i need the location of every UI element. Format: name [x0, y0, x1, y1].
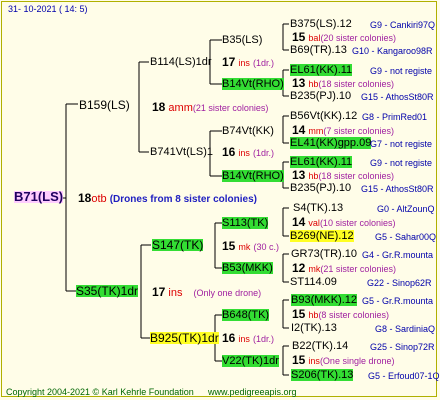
- lower-node[interactable]: S35(TK)1dr: [76, 285, 139, 297]
- leaf-name[interactable]: B269(NE).12: [290, 230, 354, 242]
- leaf-name[interactable]: B93(MKK).12: [291, 294, 358, 306]
- leaf-info: G5 - Gr.R.mounta: [362, 296, 434, 306]
- leaf-info: G22 - Sinop62R: [367, 278, 432, 288]
- lower-b-b1-node[interactable]: B648(TK): [222, 309, 270, 321]
- upper-note: (21 sister colonies): [192, 103, 269, 113]
- leaf-mid: 13 hb(18 sister colonies): [292, 168, 394, 182]
- lower-a-info: 15 mk (30 c.): [222, 239, 279, 253]
- leaf-name[interactable]: EL41(KK)gpp.09: [290, 137, 372, 149]
- leaf-info: G5 - Sahar00Q: [375, 232, 437, 242]
- leaf-mid: 15 ins(One single drone): [292, 353, 395, 367]
- leaf-info: G15 - AthosSt80R: [361, 92, 434, 102]
- leaf-mid: 14 mm(7 sister colonies): [292, 123, 394, 137]
- leaf-info: G8 - PrimRed01: [362, 112, 428, 122]
- leaf-info: G10 - Kangaroo98R: [352, 46, 433, 56]
- leaf-name[interactable]: EL61(KK).11: [290, 156, 353, 168]
- leaf-name[interactable]: B375(LS).12: [290, 18, 352, 30]
- leaf-name[interactable]: S4(TK).13: [293, 202, 343, 214]
- leaf-info: G25 - Sinop72R: [370, 342, 435, 352]
- upper-code: amm: [168, 102, 193, 114]
- leaf-name[interactable]: EL61(KK).11: [290, 64, 353, 76]
- root-num: 18: [78, 191, 92, 205]
- upper-node[interactable]: B159(LS): [79, 99, 130, 111]
- upper-a-node[interactable]: B114(LS)1dr: [150, 56, 212, 68]
- upper-b-node[interactable]: B741Vt(LS)1: [150, 146, 213, 158]
- leaf-mid: 13 hb(18 sister colonies): [292, 76, 394, 90]
- lower-a-b2-node[interactable]: B53(MKK): [222, 262, 273, 274]
- lower-b-b2-node[interactable]: V22(TK)1dr: [222, 355, 279, 367]
- leaf-name[interactable]: B235(PJ).10: [290, 90, 351, 102]
- leaf-mid: 15 bal(20 sister colonies): [292, 30, 396, 44]
- lower-b-node[interactable]: B925(TK)1dr: [150, 332, 219, 344]
- root-note: (Drones from 8 sister colonies): [109, 194, 257, 205]
- leaf-info: G9 - Cankiri97Q: [370, 20, 436, 30]
- upper-a-b2-node[interactable]: B14Vt(RHO): [222, 78, 284, 90]
- leaf-info: G4 - Gr.R.mounta: [362, 250, 434, 260]
- upper-b-b1-node[interactable]: B74Vt(KK): [222, 125, 274, 137]
- leaf-name[interactable]: ST114.09: [290, 276, 337, 288]
- leaf-name[interactable]: I2(TK).13: [291, 322, 337, 334]
- upper-b-info: 16 ins (1dr.): [222, 145, 275, 159]
- upper-a-info: 17 ins (1dr.): [222, 55, 275, 69]
- leaf-mid: 12 mk(21 sister colonies): [292, 261, 396, 275]
- website-link[interactable]: www.pedigreeapis.org: [208, 386, 297, 398]
- leaf-mid: 15 hb(8 sister colonies): [292, 307, 389, 321]
- leaf-mid: 14 val(10 sister colonies): [292, 215, 396, 229]
- leaf-info: G9 - not registe: [370, 66, 433, 76]
- leaf-name[interactable]: B69(TR).13: [290, 44, 347, 56]
- leaf-name[interactable]: B235(PJ).10: [290, 182, 351, 194]
- lower-info: 17 ins (Only one drone): [152, 285, 262, 299]
- root-info: 18otb (Drones from 8 sister colonies): [78, 192, 257, 206]
- lower-a-node[interactable]: S147(TK): [152, 239, 204, 251]
- leaf-info: G8 - SardiniaQ: [375, 324, 436, 334]
- leaf-name[interactable]: GR73(TR).10: [291, 248, 357, 260]
- upper-a-b1-node[interactable]: B35(LS): [222, 34, 262, 46]
- leaf-name[interactable]: B22(TK).14: [292, 340, 348, 352]
- leaf-info: G15 - AthosSt80R: [361, 184, 434, 194]
- date-header: 31- 10-2021 ( 14: 5): [8, 4, 88, 14]
- root-code: otb: [91, 193, 107, 205]
- copyright: Copyright 2004-2021 © Karl Kehrle Founda…: [6, 387, 194, 397]
- leaf-name[interactable]: B56Vt(KK).12: [290, 110, 357, 122]
- root-queen[interactable]: B71(LS): [14, 190, 64, 203]
- upper-info: 18 amm(21 sister colonies): [152, 101, 268, 114]
- leaf-info: G0 - AltZounQ: [377, 204, 435, 214]
- upper-num: 18: [152, 100, 166, 114]
- upper-b-b2-node[interactable]: B14Vt(RHO): [222, 170, 284, 182]
- leaf-name[interactable]: S206(TK).13: [291, 369, 354, 381]
- leaf-info: G5 - Erfoud07-1Q: [368, 371, 440, 381]
- lower-a-b1-node[interactable]: S113(TK): [222, 217, 269, 229]
- leaf-info: G9 - not registe: [370, 158, 433, 168]
- leaf-info: G7 - not registe: [370, 139, 433, 149]
- lower-b-info: 16 ins (1dr.): [222, 331, 275, 345]
